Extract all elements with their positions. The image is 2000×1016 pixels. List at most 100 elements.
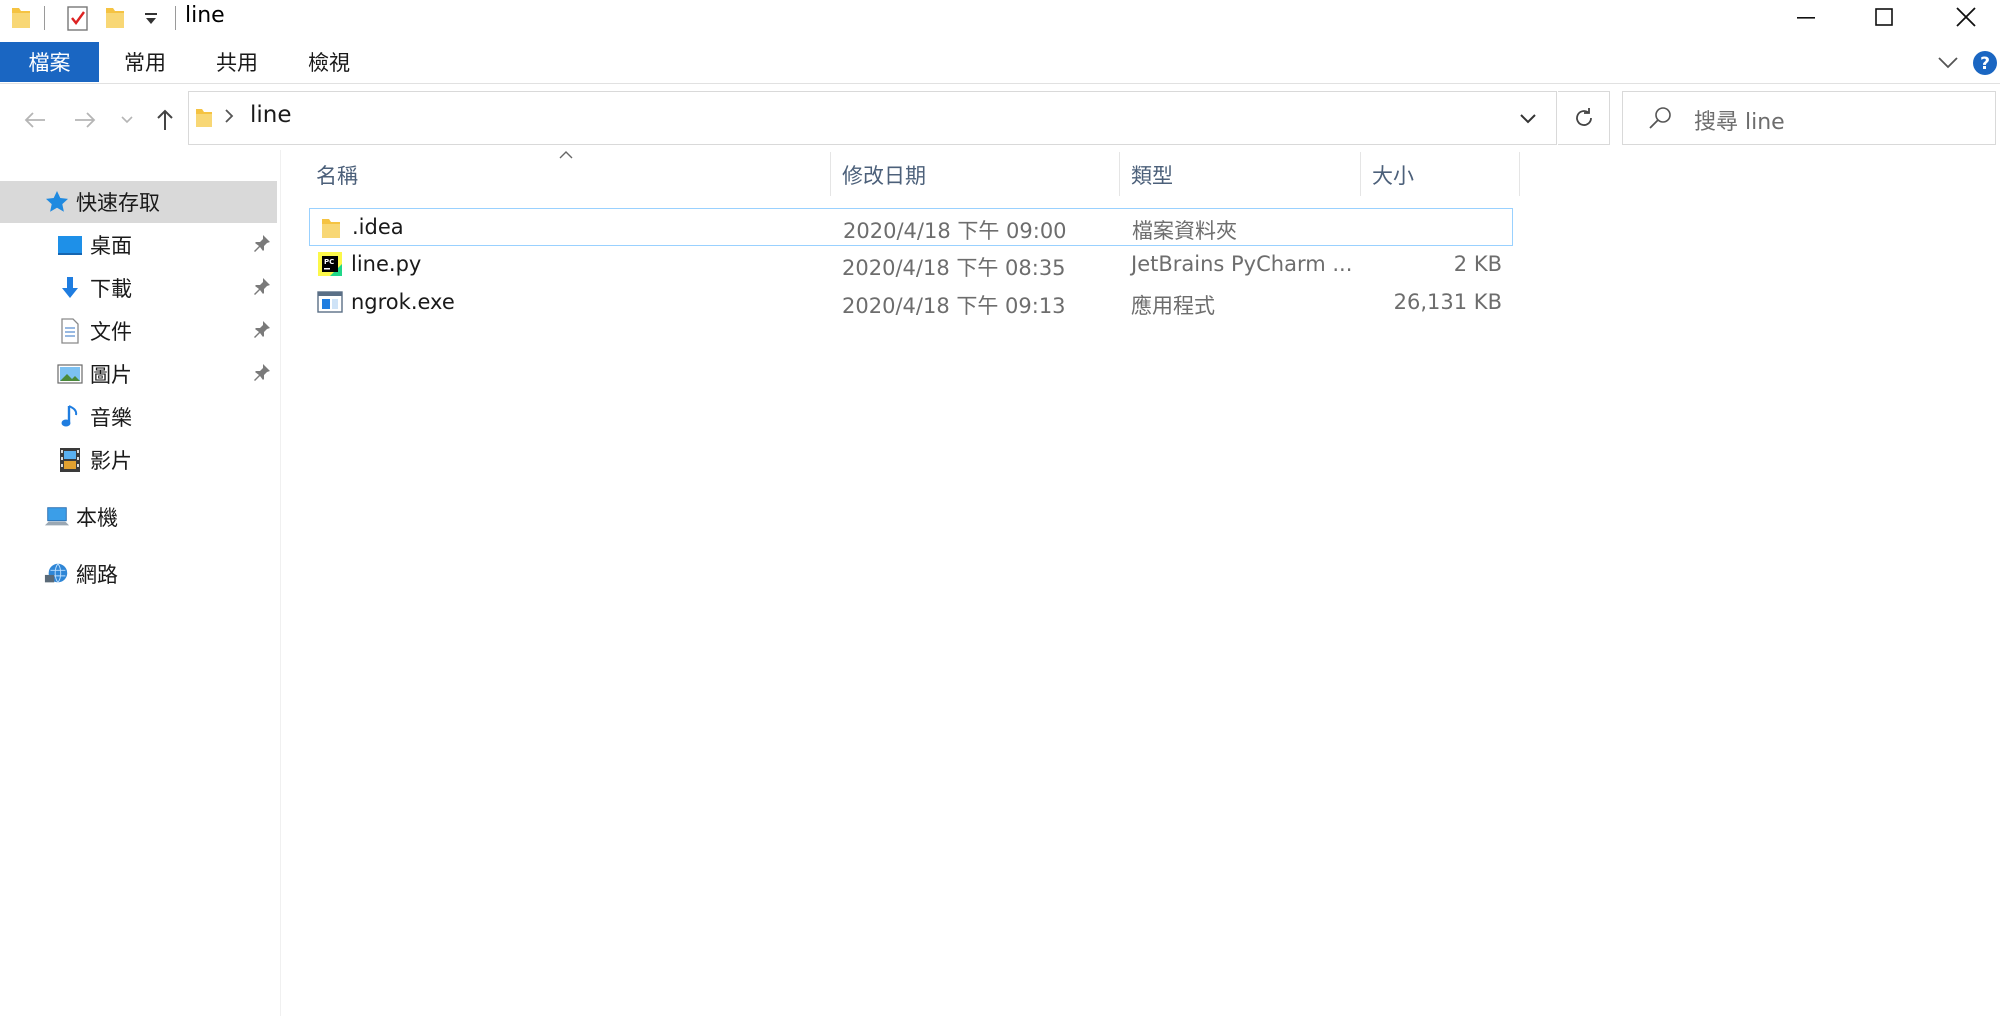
sidebar-item-label: 桌面 — [90, 234, 132, 258]
column-header-size[interactable]: 大小 — [1372, 155, 1512, 195]
refresh-button[interactable] — [1558, 91, 1610, 145]
svg-text:?: ? — [1980, 54, 1990, 74]
chevron-down-icon — [121, 116, 133, 124]
sidebar-item-network[interactable]: 網路 — [0, 553, 277, 595]
sidebar-item-videos[interactable]: 影片 — [0, 439, 277, 481]
desktop-icon — [57, 232, 83, 258]
sidebar-item-quick-access[interactable]: 快速存取 — [0, 181, 277, 223]
close-button[interactable] — [1936, 0, 1996, 34]
pin-icon[interactable] — [252, 319, 272, 344]
application-icon — [317, 291, 343, 318]
minimize-button[interactable] — [1776, 0, 1836, 34]
minimize-icon — [1797, 17, 1815, 19]
sidebar-item-pictures[interactable]: 圖片 — [0, 353, 277, 395]
file-type: 檔案資料夾 — [1132, 219, 1237, 243]
sidebar-item-desktop[interactable]: 桌面 — [0, 224, 277, 266]
new-folder-icon[interactable] — [104, 4, 126, 34]
file-date: 2020/4/18 下午 09:00 — [843, 219, 1067, 243]
sidebar-item-music[interactable]: 音樂 — [0, 396, 277, 438]
pin-icon[interactable] — [252, 233, 272, 258]
help-icon[interactable]: ? — [1972, 50, 1998, 80]
tab-share[interactable]: 共用 — [216, 42, 258, 82]
address-dropdown-button[interactable] — [1506, 101, 1550, 137]
download-icon — [57, 275, 83, 301]
recent-locations-button[interactable] — [112, 100, 142, 140]
expand-ribbon-icon[interactable] — [1936, 52, 1960, 76]
sidebar-item-documents[interactable]: 文件 — [0, 310, 277, 352]
divider — [280, 150, 281, 1016]
chevron-down-icon — [1520, 114, 1536, 124]
file-row-ngrok-exe[interactable]: ngrok.exe 2020/4/18 下午 09:13 應用程式 26,131… — [309, 284, 1513, 322]
maximize-button[interactable] — [1854, 0, 1914, 34]
document-icon — [57, 318, 83, 344]
sidebar-item-this-pc[interactable]: 本機 — [0, 496, 277, 538]
divider — [44, 6, 45, 30]
network-icon — [44, 561, 70, 587]
folder-icon — [320, 216, 342, 245]
sidebar-item-label: 圖片 — [90, 363, 132, 387]
properties-icon[interactable] — [66, 4, 90, 36]
file-date: 2020/4/18 下午 09:13 — [842, 294, 1066, 318]
computer-icon — [44, 504, 70, 530]
folder-icon — [10, 4, 32, 34]
tab-file[interactable]: 檔案 — [0, 42, 99, 82]
file-row-idea[interactable]: .idea 2020/4/18 下午 09:00 檔案資料夾 — [309, 208, 1513, 246]
sidebar-item-label: 音樂 — [90, 406, 132, 430]
refresh-icon — [1575, 108, 1592, 126]
close-icon — [1956, 7, 1976, 27]
sidebar-item-label: 影片 — [90, 449, 132, 473]
forward-button[interactable] — [68, 100, 102, 140]
sidebar-item-label: 文件 — [90, 320, 132, 344]
column-divider[interactable] — [830, 152, 831, 196]
video-icon — [57, 447, 83, 473]
file-size: 2 KB — [1453, 252, 1502, 276]
file-name: .idea — [352, 215, 404, 239]
sidebar-item-downloads[interactable]: 下載 — [0, 267, 277, 309]
ribbon — [0, 42, 2000, 84]
column-divider[interactable] — [1519, 152, 1520, 196]
column-header-type[interactable]: 類型 — [1131, 155, 1351, 195]
sidebar-item-label: 下載 — [90, 277, 132, 301]
up-button[interactable] — [148, 100, 182, 140]
file-name: ngrok.exe — [351, 290, 455, 314]
window-title: line — [185, 3, 225, 28]
sidebar-item-label: 快速存取 — [76, 191, 160, 215]
back-button[interactable] — [18, 100, 52, 140]
ribbon-divider — [0, 83, 2000, 84]
arrow-right-icon — [75, 112, 96, 128]
arrow-up-icon — [157, 109, 173, 130]
tab-home[interactable]: 常用 — [124, 42, 166, 82]
pycharm-file-icon: PC — [317, 251, 343, 282]
breadcrumb-line[interactable]: line — [250, 102, 292, 128]
file-row-line-py[interactable]: PC line.py 2020/4/18 下午 08:35 JetBrains … — [309, 246, 1513, 284]
column-header-date[interactable]: 修改日期 — [842, 155, 1112, 195]
star-icon — [44, 189, 70, 215]
customize-toolbar-icon[interactable] — [142, 8, 160, 32]
file-type: 應用程式 — [1131, 294, 1215, 318]
divider — [175, 6, 176, 30]
tab-view[interactable]: 檢視 — [308, 42, 350, 82]
search-input[interactable]: 搜尋 line — [1694, 104, 1785, 136]
file-date: 2020/4/18 下午 08:35 — [842, 256, 1066, 280]
column-header-name[interactable]: 名稱 — [316, 155, 826, 195]
title-bar — [0, 0, 2000, 40]
search-box[interactable] — [1622, 91, 1996, 145]
svg-text:PC: PC — [324, 258, 334, 266]
file-type: JetBrains PyCharm ... — [1131, 252, 1353, 276]
column-divider[interactable] — [1360, 152, 1361, 196]
pin-icon[interactable] — [252, 362, 272, 387]
column-divider[interactable] — [1119, 152, 1120, 196]
address-bar[interactable] — [188, 91, 1557, 145]
maximize-icon — [1875, 8, 1893, 26]
breadcrumb-chevron-icon[interactable] — [222, 104, 236, 134]
search-icon — [1646, 104, 1674, 136]
arrow-left-icon — [24, 112, 45, 128]
music-icon — [57, 404, 83, 430]
folder-icon — [194, 106, 214, 134]
sidebar-item-label: 本機 — [76, 506, 118, 530]
pin-icon[interactable] — [252, 276, 272, 301]
sidebar-item-label: 網路 — [76, 563, 118, 587]
file-size: 26,131 KB — [1393, 290, 1502, 314]
file-name: line.py — [351, 252, 422, 276]
pictures-icon — [57, 361, 83, 387]
